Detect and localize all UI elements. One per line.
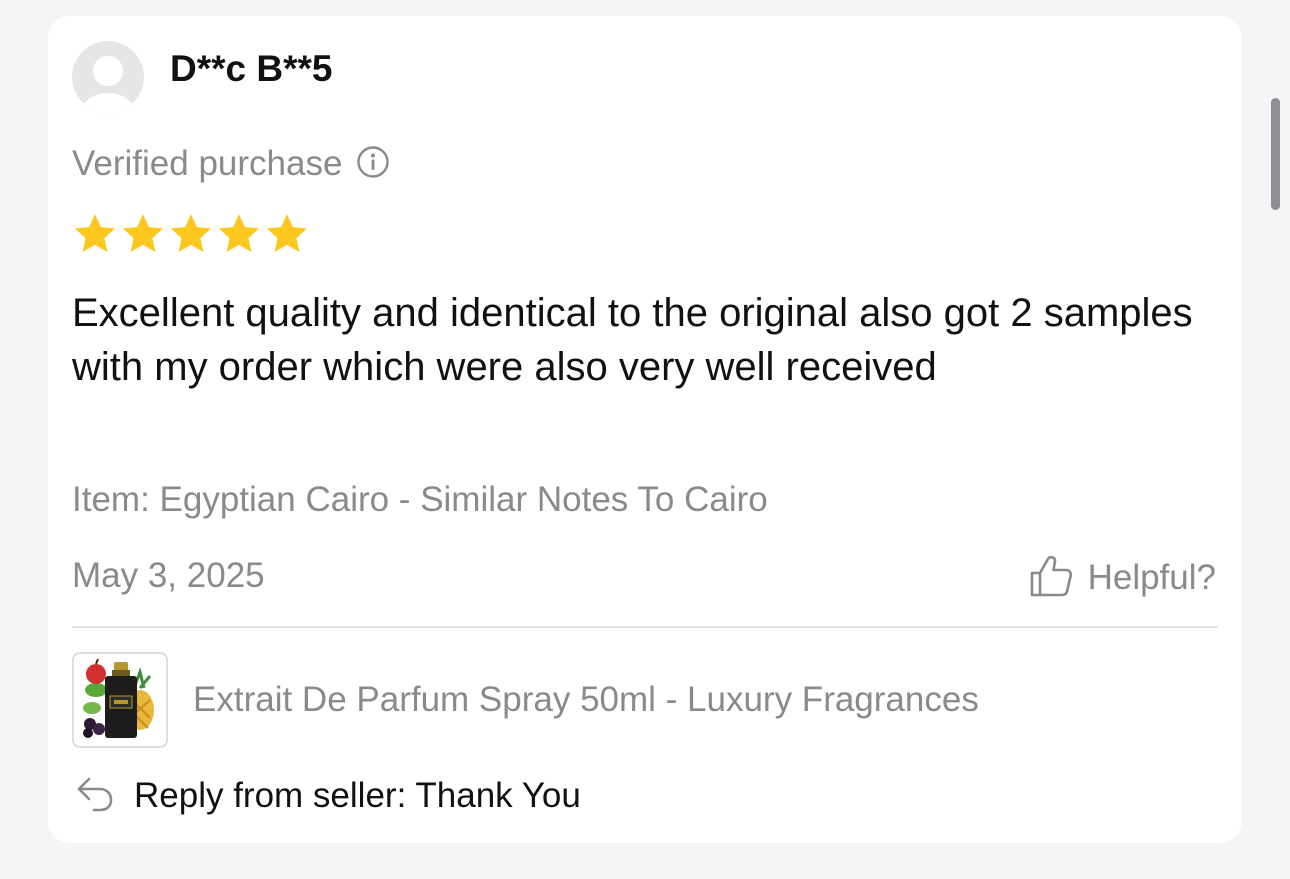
perfume-bottle-image (83, 658, 154, 738)
star-icon (266, 214, 308, 253)
helpful-button[interactable]: Helpful? (1028, 552, 1216, 604)
star-icon (122, 214, 164, 253)
star-icon (170, 214, 212, 253)
avatar (72, 41, 144, 113)
scrollbar[interactable] (1271, 98, 1280, 210)
review-item-variant: Item: Egyptian Cairo - Similar Notes To … (72, 480, 768, 519)
star-rating (72, 211, 310, 257)
star-icon (218, 214, 260, 253)
verified-purchase-row: Verified purchase (72, 142, 390, 186)
review-text: Excellent quality and identical to the o… (72, 291, 1193, 389)
info-icon[interactable] (356, 145, 390, 184)
verified-purchase-label: Verified purchase (72, 144, 343, 183)
star-icon (74, 214, 116, 253)
thumbs-up-icon (1028, 553, 1074, 604)
reply-arrow-icon (74, 773, 116, 820)
review-card: D**c B**5 Verified purchase Excellent qu… (48, 16, 1242, 843)
default-user-icon (81, 56, 135, 113)
seller-reply-text: Reply from seller: Thank You (134, 776, 581, 815)
reviewer-name: D**c B**5 (170, 48, 333, 89)
seller-reply: Reply from seller: Thank You (74, 772, 581, 820)
product-thumbnail[interactable] (72, 652, 168, 748)
helpful-label: Helpful? (1087, 558, 1216, 597)
product-link[interactable]: Extrait De Parfum Spray 50ml - Luxury Fr… (193, 680, 979, 720)
review-date: May 3, 2025 (72, 556, 265, 595)
divider (72, 626, 1218, 628)
